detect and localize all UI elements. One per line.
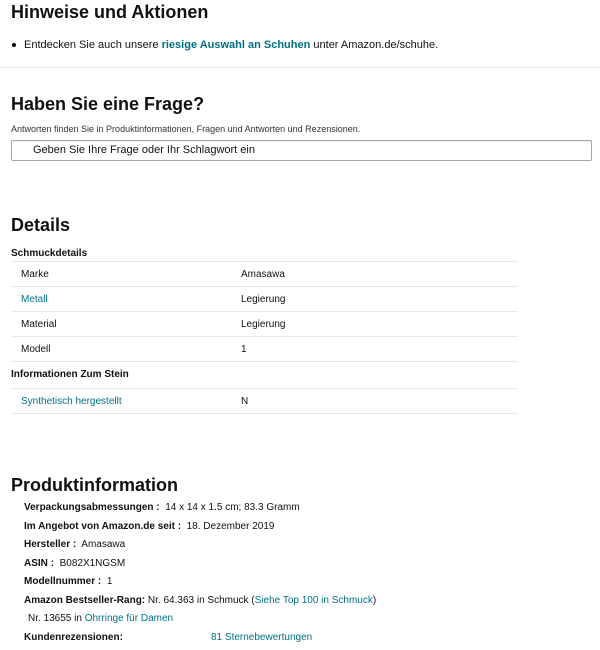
table-row: Metall Legierung xyxy=(11,286,518,312)
spec-value: N xyxy=(241,388,518,414)
produkt-key: Verpackungsabmessungen xyxy=(24,502,154,513)
hinweise-heading: Hinweise und Aktionen xyxy=(11,2,209,22)
rang-close: ) xyxy=(372,594,377,606)
produkt-key: ASIN xyxy=(24,557,48,569)
list-item: Verpackungsabmessungen : 14 x 14 x 1.5 c… xyxy=(24,502,300,513)
produkt-value: B082X1NGSM xyxy=(59,557,126,569)
list-item: Amazon Bestseller-Rang: Nr. 64.363 in Sc… xyxy=(24,592,594,611)
spec-value: 1 xyxy=(241,336,518,362)
spec-key-synthetisch-link[interactable]: Synthetisch hergestellt xyxy=(11,388,241,414)
produkt-value: 14 x 14 x 1.5 cm; 83.3 Gramm xyxy=(165,502,300,513)
spec-key: Modell xyxy=(11,336,241,362)
table-row: Synthetisch hergestellt N xyxy=(11,388,518,414)
table-row: Material Legierung xyxy=(11,311,518,337)
produkt-list: Verpackungsabmessungen : 14 x 14 x 1.5 c… xyxy=(11,499,594,647)
list-item: Hersteller : Amasawa xyxy=(24,539,126,550)
list-item: ASIN : B082X1NGSM xyxy=(24,557,126,569)
hinweise-bullet: Entdecken Sie auch unsere riesige Auswah… xyxy=(11,38,594,52)
bullet-text-pre: Entdecken Sie auch unsere xyxy=(24,39,162,51)
frage-heading: Haben Sie eine Frage? xyxy=(11,94,205,114)
bullet-dot-icon xyxy=(12,43,16,47)
shoes-link[interactable]: riesige Auswahl an Schuhen xyxy=(162,39,311,51)
produkt-value: Nr. 64.363 in Schmuck ( xyxy=(147,594,255,606)
produkt-key: Modellnummer xyxy=(24,576,96,587)
spec-key: Material xyxy=(11,311,241,337)
question-search-input[interactable]: Geben Sie Ihre Frage oder Ihr Schlagwort… xyxy=(11,140,592,161)
schmuckdetails-table: Marke Amasawa Metall Legierung Material … xyxy=(11,261,518,362)
produkt-value: 18. Dezember 2019 xyxy=(186,520,275,532)
stein-table: Synthetisch hergestellt N xyxy=(11,388,518,414)
produkt-key: Kundenrezensionen: xyxy=(24,631,123,643)
spec-value: Amasawa xyxy=(241,261,518,287)
spec-key-metall-link[interactable]: Metall xyxy=(11,286,241,312)
top100-link[interactable]: Siehe Top 100 in Schmuck xyxy=(255,595,373,606)
list-item: Im Angebot von Amazon.de seit : 18. Deze… xyxy=(24,520,275,532)
ohrringe-link[interactable]: Ohrringe für Damen xyxy=(85,613,173,624)
stein-title: Informationen Zum Stein xyxy=(11,369,129,380)
reviews-link[interactable]: 81 Sternebewertungen xyxy=(211,629,312,648)
produkt-value: Amasawa xyxy=(81,539,126,550)
rang2-text: Nr. 13655 in xyxy=(28,613,85,624)
table-row: Marke Amasawa xyxy=(11,261,518,287)
details-heading: Details xyxy=(11,215,71,235)
table-row: Modell 1 xyxy=(11,336,518,362)
list-item: Kundenrezensionen: 81 Sternebewertungen xyxy=(24,629,594,648)
produkt-value: 1 xyxy=(106,576,113,587)
list-item: Modellnummer : 1 xyxy=(24,576,113,587)
bullet-text-post: unter Amazon.de/schuhe. xyxy=(310,39,439,51)
section-divider xyxy=(0,67,600,68)
produkt-key: Im Angebot von Amazon.de seit xyxy=(24,520,175,532)
page-content: Hinweise und Aktionen Entdecken Sie auch… xyxy=(0,0,600,647)
spec-value: Legierung xyxy=(241,311,518,337)
produkt-heading: Produktinformation xyxy=(11,475,178,495)
produkt-key: Amazon Bestseller-Rang: xyxy=(24,594,146,606)
list-item: Nr. 13655 in Ohrringe für Damen xyxy=(24,610,594,629)
spec-value: Legierung xyxy=(241,286,518,312)
frage-subtitle: Antworten finden Sie in Produktinformati… xyxy=(11,124,361,134)
produkt-key: Hersteller xyxy=(24,539,71,550)
spec-key: Marke xyxy=(11,261,241,287)
schmuckdetails-title: Schmuckdetails xyxy=(11,248,88,259)
